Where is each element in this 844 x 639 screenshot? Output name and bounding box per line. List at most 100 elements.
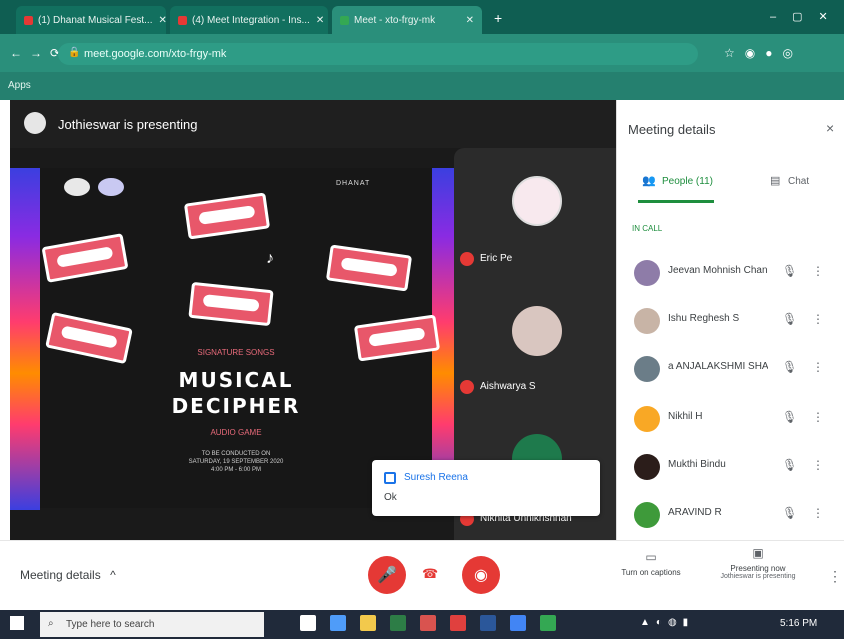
meeting-details-button[interactable]: Meeting details ^ (20, 568, 116, 582)
participant-name: Mukthi Bindu (668, 459, 726, 470)
more-options-icon[interactable]: ⋮ (812, 458, 824, 472)
slide-title-line2: DECIPHER (171, 394, 301, 418)
more-options-icon[interactable]: ⋮ (828, 568, 842, 585)
slide-subtitle: AUDIO GAME (210, 428, 262, 437)
captions-button[interactable]: ▭ Turn on captions (616, 550, 686, 577)
badge-logo-1 (64, 178, 90, 196)
system-tray-icons[interactable]: ▲◐◍▮ (640, 617, 694, 628)
presenter-bar: Jothieswar is presenting (10, 100, 616, 148)
participant-row[interactable]: Ishu Reghesh S 🎙 ⋮ (626, 300, 836, 340)
present-sublabel: Jothieswar is presenting (720, 573, 796, 580)
cassette-graphic (183, 192, 271, 240)
close-tab-icon[interactable]: ✕ (152, 15, 166, 26)
tab-label: Meet - xto-frgy-mk (354, 14, 436, 26)
participant-row[interactable]: Mukthi Bindu 🎙 ⋮ (626, 446, 836, 486)
tile-name: Aishwarya S (480, 381, 536, 392)
meet-icon[interactable] (540, 615, 556, 631)
youtube-icon (24, 15, 33, 25)
tab-chat-label: Chat (788, 176, 810, 187)
apps-bookmark[interactable]: Apps (8, 80, 31, 91)
presenting-button[interactable]: ▣ Presenting now Jothieswar is presentin… (720, 546, 796, 580)
url-input[interactable]: 🔒 meet.google.com/xto-frgy-mk (58, 43, 698, 65)
slide-left-border (10, 168, 40, 510)
cassette-graphic (325, 244, 413, 292)
window-controls[interactable]: –▢✕ (770, 10, 844, 23)
panel-title: Meeting details (628, 122, 716, 137)
toast-message: Ok (384, 492, 397, 503)
more-options-icon[interactable]: ⋮ (812, 264, 824, 278)
mic-off-icon[interactable]: 🎙 (782, 264, 797, 278)
avatar (634, 502, 660, 528)
browser-tab-1[interactable]: (1) Dhanat Musical Fest... ✕ (16, 6, 166, 34)
taskbar-search-input[interactable]: ⌕ Type here to search (40, 612, 264, 637)
chat-icon: ▤ (770, 175, 781, 187)
participant-row[interactable]: Jeevan Mohnish Chan 🎙 ⋮ (626, 252, 836, 292)
slide-logo: DHANAT (336, 180, 371, 187)
browser-tab-3[interactable]: Meet - xto-frgy-mk ✕ (332, 6, 482, 34)
slide-detail-1: TO BE CONDUCTED ON (201, 451, 271, 457)
participant-row[interactable]: Nikhil H 🎙 ⋮ (626, 398, 836, 438)
mic-off-icon[interactable]: 🎙 (782, 410, 797, 424)
windows-start-icon[interactable] (10, 616, 24, 630)
participant-name: a ANJALAKSHMI SHAI (668, 361, 768, 372)
badge-logo-2 (98, 178, 124, 196)
chrome-icon[interactable] (510, 615, 526, 631)
camera-off-button[interactable]: ◉ (462, 556, 500, 594)
section-label: IN CALL (632, 224, 663, 233)
tab-people[interactable]: 👥 People (11) (622, 160, 728, 210)
close-tab-icon[interactable]: ✕ (460, 15, 474, 26)
muted-mic-icon (460, 380, 474, 394)
more-options-icon[interactable]: ⋮ (812, 410, 824, 424)
chat-notification[interactable]: Suresh Reena Ok (372, 460, 600, 516)
tile-name: Eric Pe (480, 253, 513, 264)
camera-off-icon: ◉ (474, 567, 488, 584)
close-panel-icon[interactable]: × (826, 120, 834, 136)
browser-tab-2[interactable]: (4) Meet Integration - Ins... ✕ (170, 6, 328, 34)
mic-off-button[interactable]: 🎤 (368, 556, 406, 594)
shared-slide: DHANAT ♪ SIGNATURE SONGS MUSICAL DECIPHE… (40, 168, 441, 508)
avatar (634, 406, 660, 432)
chevron-up-icon: ^ (110, 568, 116, 582)
file-explorer-icon[interactable] (360, 615, 376, 631)
participant-name: Ishu Reghesh S (668, 313, 740, 324)
more-options-icon[interactable]: ⋮ (812, 360, 824, 374)
close-tab-icon[interactable]: ✕ (310, 15, 324, 26)
more-options-icon[interactable]: ⋮ (812, 312, 824, 326)
active-tab-indicator (638, 200, 714, 203)
participant-avatar (512, 306, 562, 356)
tab-chat[interactable]: ▤ Chat (740, 160, 836, 210)
mic-off-icon[interactable]: 🎙 (782, 360, 797, 374)
mic-off-icon[interactable]: 🎙 (782, 458, 797, 472)
app-icon[interactable] (450, 615, 466, 631)
participant-row[interactable]: ARAVIND R 🎙 ⋮ (626, 494, 836, 534)
tab-label: (4) Meet Integration - Ins... (192, 14, 310, 26)
mic-off-icon[interactable]: 🎙 (782, 312, 797, 326)
extension-icons[interactable]: ☆◉●◎ (724, 46, 803, 60)
participant-row[interactable]: a ANJALAKSHMI SHAI 🎙 ⋮ (626, 348, 836, 388)
avatar (634, 454, 660, 480)
cassette-graphic (41, 233, 129, 283)
url-text: meet.google.com/xto-frgy-mk (84, 48, 227, 60)
powerpoint-icon[interactable] (420, 615, 436, 631)
avatar (634, 260, 660, 286)
word-icon[interactable] (480, 615, 496, 631)
lock-icon: 🔒 (68, 47, 81, 58)
new-tab-button[interactable]: + (494, 10, 502, 26)
tab-people-label: People (11) (662, 176, 713, 187)
excel-icon[interactable] (390, 615, 406, 631)
meet-icon (340, 15, 349, 25)
presenter-label: Jothieswar is presenting (58, 117, 198, 132)
mic-off-icon[interactable]: 🎙 (782, 506, 797, 520)
participant-avatar (512, 176, 562, 226)
present-screen-icon: ▣ (752, 546, 764, 560)
captions-icon: ▭ (645, 550, 657, 564)
task-view-icon[interactable] (300, 615, 316, 631)
edge-icon[interactable] (330, 615, 346, 631)
hang-up-icon[interactable]: ☎ (422, 566, 438, 582)
more-options-icon[interactable]: ⋮ (812, 506, 824, 520)
microphone-off-icon: 🎤 (377, 567, 397, 584)
bookmarks-bar: Apps (0, 72, 844, 100)
cassette-graphic (188, 281, 274, 327)
slide-kicker: SIGNATURE SONGS (197, 348, 275, 357)
presenter-avatar (24, 112, 46, 134)
